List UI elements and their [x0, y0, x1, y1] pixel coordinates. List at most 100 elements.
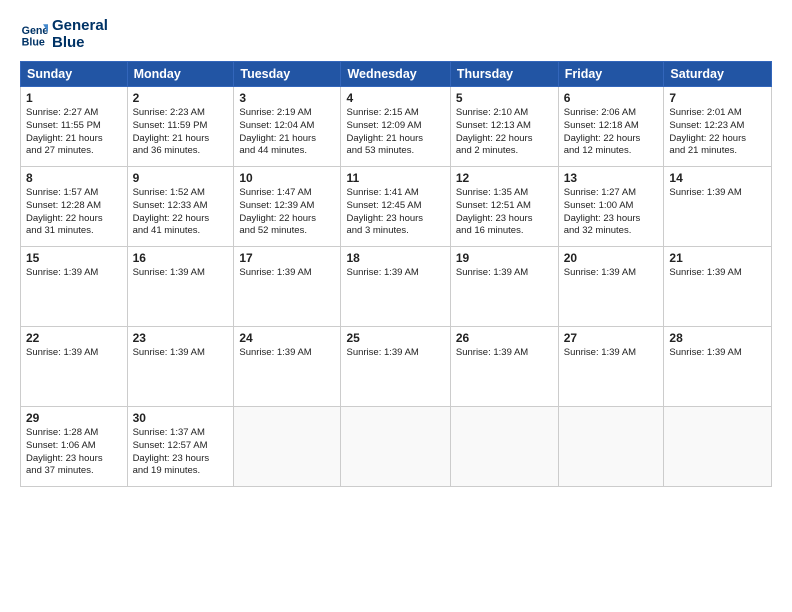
logo-text: General Blue — [52, 18, 108, 51]
page: General Blue General Blue SundayMondayTu… — [0, 0, 792, 612]
day-number: 9 — [133, 171, 229, 185]
weekday-header-row: SundayMondayTuesdayWednesdayThursdayFrid… — [21, 62, 772, 87]
day-info: Sunrise: 1:52 AM Sunset: 12:33 AM Daylig… — [133, 187, 229, 238]
day-info: Sunrise: 2:27 AM Sunset: 11:55 PM Daylig… — [26, 107, 122, 158]
day-info: Sunrise: 1:39 AM — [669, 267, 766, 280]
calendar-cell: 26 Sunrise: 1:39 AM — [450, 327, 558, 407]
day-info: Sunrise: 1:39 AM — [239, 267, 335, 280]
calendar-cell: 14 Sunrise: 1:39 AM — [664, 167, 772, 247]
day-number: 20 — [564, 251, 659, 265]
calendar-cell: 4 Sunrise: 2:15 AM Sunset: 12:09 AM Dayli… — [341, 87, 450, 167]
day-info: Sunrise: 2:19 AM Sunset: 12:04 AM Daylig… — [239, 107, 335, 158]
header: General Blue General Blue — [20, 18, 772, 51]
day-number: 15 — [26, 251, 122, 265]
calendar-cell: 2Sunrise: 2:23 AM Sunset: 11:59 PM Dayli… — [127, 87, 234, 167]
calendar-cell: 18 Sunrise: 1:39 AM — [341, 247, 450, 327]
calendar-cell: 5 Sunrise: 2:10 AM Sunset: 12:13 AM Dayli… — [450, 87, 558, 167]
day-info: Sunrise: 1:28 AM Sunset: 1:06 AM Dayligh… — [26, 427, 122, 478]
day-number: 5 — [456, 91, 553, 105]
calendar-cell: 29 Sunrise: 1:28 AM Sunset: 1:06 AM Dayli… — [21, 407, 128, 487]
day-number: 10 — [239, 171, 335, 185]
day-number: 6 — [564, 91, 659, 105]
weekday-header-thursday: Thursday — [450, 62, 558, 87]
calendar-cell: 15 Sunrise: 1:39 AM — [21, 247, 128, 327]
calendar-cell: 7 Sunrise: 2:01 AM Sunset: 12:23 AM Dayli… — [664, 87, 772, 167]
day-number: 29 — [26, 411, 122, 425]
day-info: Sunrise: 2:15 AM Sunset: 12:09 AM Daylig… — [346, 107, 444, 158]
day-number: 8 — [26, 171, 122, 185]
svg-text:General: General — [22, 25, 48, 37]
calendar-week-4: 22 Sunrise: 1:39 AM 23 Sunrise: 1:39 AM 24 Su… — [21, 327, 772, 407]
day-number: 1 — [26, 91, 122, 105]
day-info: Sunrise: 1:39 AM — [564, 347, 659, 360]
logo: General Blue General Blue — [20, 18, 108, 51]
calendar-cell: 24 Sunrise: 1:39 AM — [234, 327, 341, 407]
day-number: 25 — [346, 331, 444, 345]
calendar-cell: 17Sunrise: 1:39 AM — [234, 247, 341, 327]
day-number: 13 — [564, 171, 659, 185]
calendar-cell: 19 Sunrise: 1:39 AM — [450, 247, 558, 327]
day-info: Sunrise: 1:35 AM Sunset: 12:51 AM Daylig… — [456, 187, 553, 238]
day-info: Sunrise: 1:39 AM — [669, 347, 766, 360]
day-info: Sunrise: 1:39 AM — [26, 267, 122, 280]
day-number: 23 — [133, 331, 229, 345]
day-info: Sunrise: 1:39 AM — [133, 267, 229, 280]
calendar-week-1: 1 Sunrise: 2:27 AM Sunset: 11:55 PM Dayli… — [21, 87, 772, 167]
day-info: Sunrise: 1:37 AM Sunset: 12:57 AM Daylig… — [133, 427, 229, 478]
day-info: Sunrise: 1:39 AM — [456, 347, 553, 360]
weekday-header-wednesday: Wednesday — [341, 62, 450, 87]
day-number: 21 — [669, 251, 766, 265]
day-number: 7 — [669, 91, 766, 105]
calendar-cell — [558, 407, 664, 487]
weekday-header-saturday: Saturday — [664, 62, 772, 87]
calendar-table: SundayMondayTuesdayWednesdayThursdayFrid… — [20, 61, 772, 487]
calendar-cell — [234, 407, 341, 487]
calendar-cell: 10Sunrise: 1:47 AM Sunset: 12:39 AM Dayl… — [234, 167, 341, 247]
calendar-cell: 21 Sunrise: 1:39 AM — [664, 247, 772, 327]
day-number: 18 — [346, 251, 444, 265]
day-info: Sunrise: 2:01 AM Sunset: 12:23 AM Daylig… — [669, 107, 766, 158]
day-number: 12 — [456, 171, 553, 185]
calendar-cell: 9 Sunrise: 1:52 AM Sunset: 12:33 AM Dayli… — [127, 167, 234, 247]
day-number: 28 — [669, 331, 766, 345]
logo-icon: General Blue — [20, 21, 48, 49]
calendar-cell: 16Sunrise: 1:39 AM — [127, 247, 234, 327]
day-info: Sunrise: 1:39 AM — [346, 347, 444, 360]
calendar-cell: 1 Sunrise: 2:27 AM Sunset: 11:55 PM Dayli… — [21, 87, 128, 167]
day-info: Sunrise: 1:39 AM — [564, 267, 659, 280]
weekday-header-sunday: Sunday — [21, 62, 128, 87]
calendar-cell: 3Sunrise: 2:19 AM Sunset: 12:04 AM Dayli… — [234, 87, 341, 167]
day-info: Sunrise: 1:39 AM — [456, 267, 553, 280]
day-number: 14 — [669, 171, 766, 185]
calendar-cell: 27 Sunrise: 1:39 AM — [558, 327, 664, 407]
calendar-cell: 22 Sunrise: 1:39 AM — [21, 327, 128, 407]
calendar-cell — [341, 407, 450, 487]
calendar-cell: 20 Sunrise: 1:39 AM — [558, 247, 664, 327]
calendar-cell: 6 Sunrise: 2:06 AM Sunset: 12:18 AM Dayli… — [558, 87, 664, 167]
day-info: Sunrise: 1:39 AM — [133, 347, 229, 360]
day-number: 4 — [346, 91, 444, 105]
calendar-cell — [450, 407, 558, 487]
calendar-cell: 12 Sunrise: 1:35 AM Sunset: 12:51 AM Dayl… — [450, 167, 558, 247]
calendar-cell: 8Sunrise: 1:57 AM Sunset: 12:28 AM Dayli… — [21, 167, 128, 247]
calendar-week-3: 15Sunrise: 1:39 AM16Sunrise: 1:39 AM17Su… — [21, 247, 772, 327]
calendar-week-5: 29 Sunrise: 1:28 AM Sunset: 1:06 AM Dayli… — [21, 407, 772, 487]
calendar-cell: 25 Sunrise: 1:39 AM — [341, 327, 450, 407]
day-info: Sunrise: 1:39 AM — [239, 347, 335, 360]
weekday-header-tuesday: Tuesday — [234, 62, 341, 87]
day-info: Sunrise: 1:27 AM Sunset: 1:00 AM Dayligh… — [564, 187, 659, 238]
day-number: 27 — [564, 331, 659, 345]
day-info: Sunrise: 1:39 AM — [669, 187, 766, 200]
day-number: 19 — [456, 251, 553, 265]
day-info: Sunrise: 2:10 AM Sunset: 12:13 AM Daylig… — [456, 107, 553, 158]
calendar-week-2: 8Sunrise: 1:57 AM Sunset: 12:28 AM Dayli… — [21, 167, 772, 247]
day-number: 24 — [239, 331, 335, 345]
day-info: Sunrise: 2:06 AM Sunset: 12:18 AM Daylig… — [564, 107, 659, 158]
svg-text:Blue: Blue — [22, 36, 45, 48]
day-info: Sunrise: 1:39 AM — [346, 267, 444, 280]
day-number: 2 — [133, 91, 229, 105]
day-info: Sunrise: 1:39 AM — [26, 347, 122, 360]
calendar-cell: 30Sunrise: 1:37 AM Sunset: 12:57 AM Dayl… — [127, 407, 234, 487]
day-number: 26 — [456, 331, 553, 345]
day-number: 22 — [26, 331, 122, 345]
